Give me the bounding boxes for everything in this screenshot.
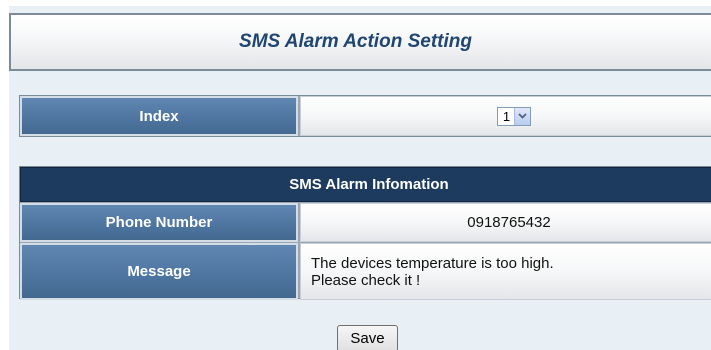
page-title-bar: SMS Alarm Action Setting: [9, 13, 711, 71]
save-button[interactable]: Save: [337, 325, 398, 350]
message-line-2: Please check it !: [311, 271, 421, 289]
phone-number-value: 0918765432: [300, 203, 711, 242]
page: SMS Alarm Action Setting Index 1 SMS Ala…: [0, 0, 711, 350]
message-row: Message The devices temperature is too h…: [20, 243, 711, 300]
message-value: The devices temperature is too high. Ple…: [300, 243, 711, 300]
index-table: Index 1: [19, 95, 711, 137]
page-title: SMS Alarm Action Setting: [239, 31, 472, 52]
message-label: Message: [20, 243, 298, 300]
index-value-cell: 1: [300, 96, 711, 136]
index-select[interactable]: 1: [496, 106, 532, 126]
index-row: Index 1: [20, 96, 711, 136]
chevron-down-icon[interactable]: [514, 107, 531, 125]
sms-info-section-title: SMS Alarm Infomation: [20, 167, 711, 202]
sms-info-table: SMS Alarm Infomation Phone Number 091876…: [19, 166, 711, 300]
message-line-1: The devices temperature is too high.: [311, 254, 554, 272]
index-label: Index: [20, 96, 298, 136]
phone-number-label: Phone Number: [20, 203, 298, 242]
chevron-down-icon-glyph: [518, 113, 527, 119]
index-select-value: 1: [502, 108, 511, 124]
phone-number-row: Phone Number 0918765432: [20, 203, 711, 242]
